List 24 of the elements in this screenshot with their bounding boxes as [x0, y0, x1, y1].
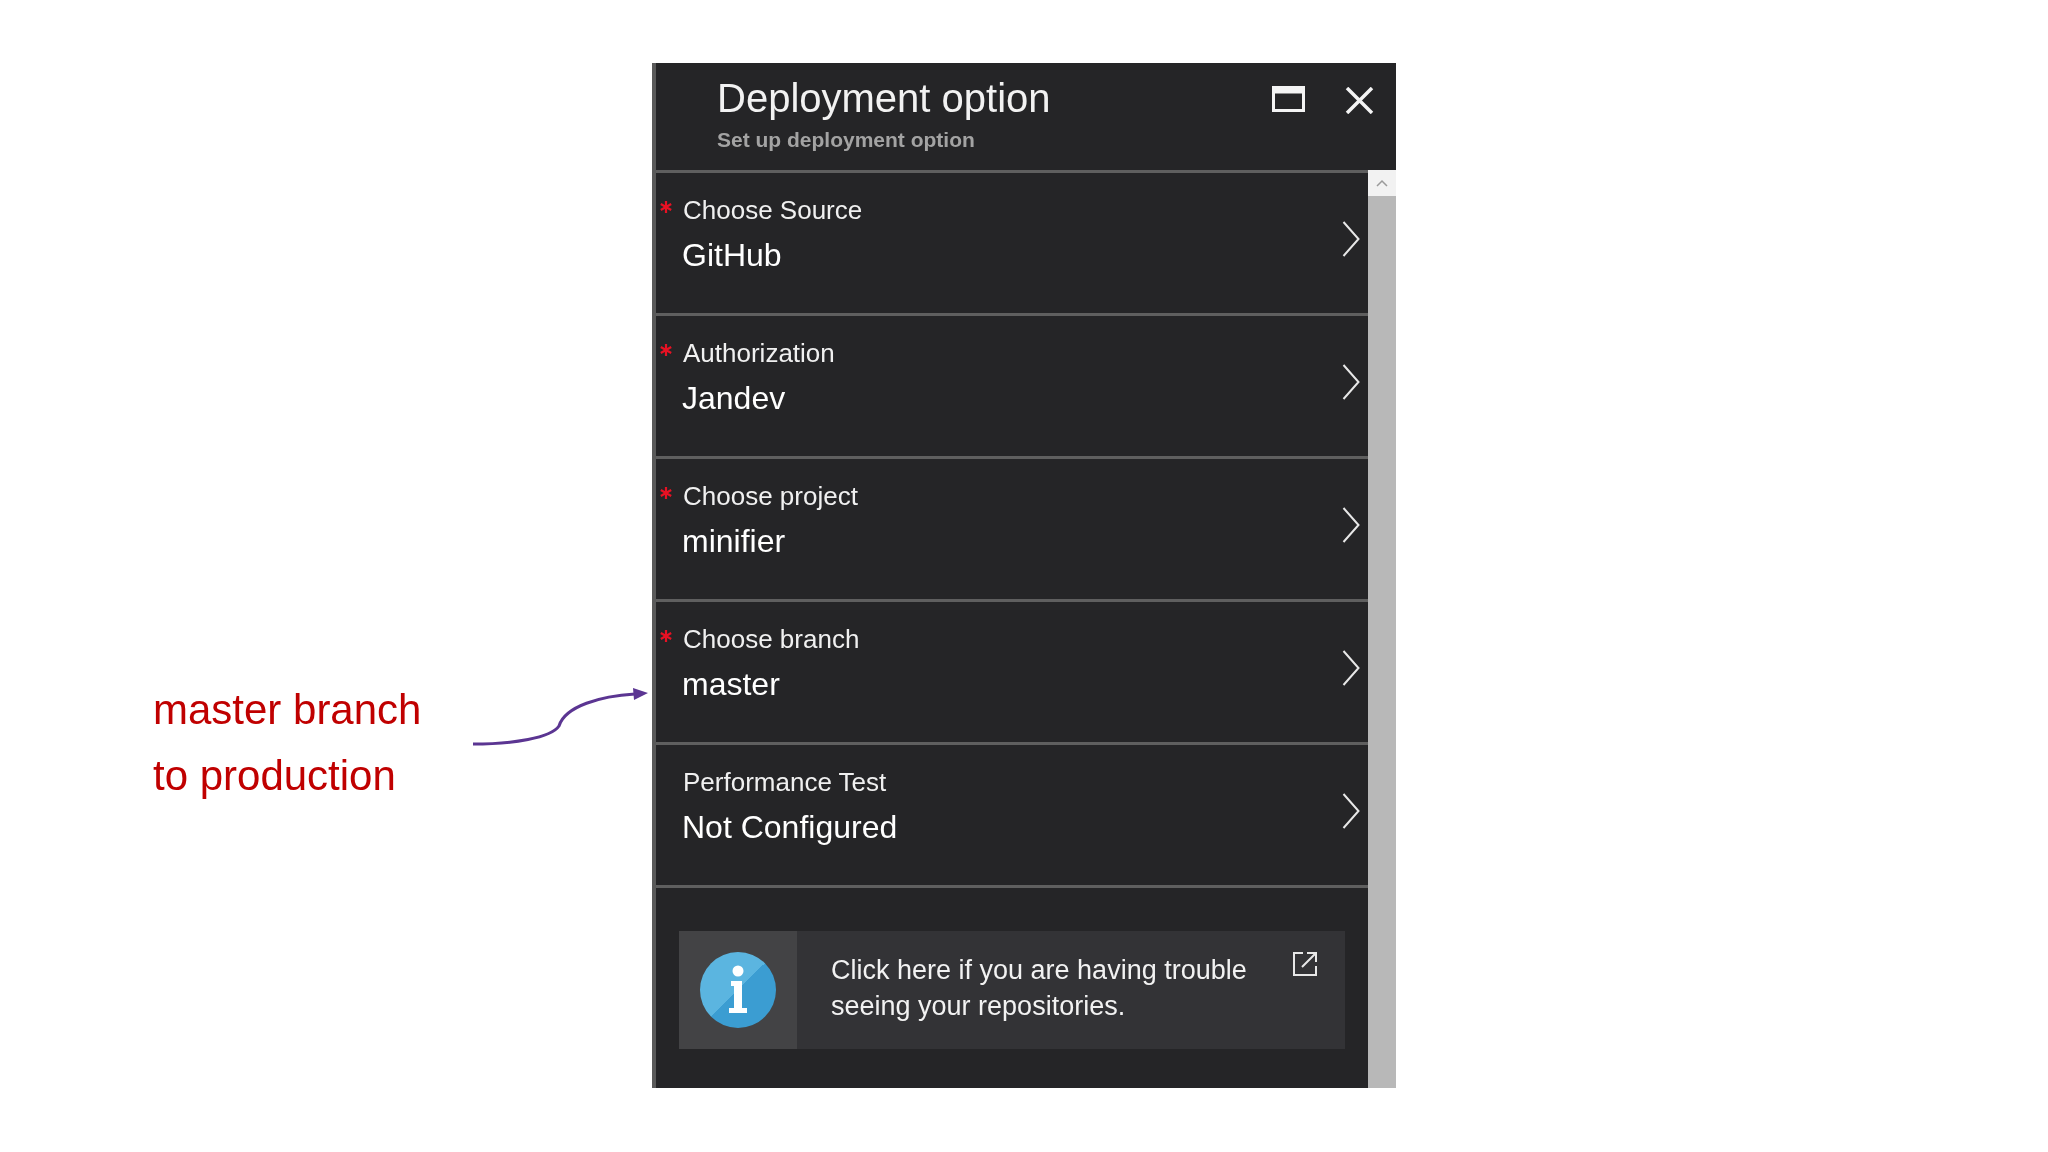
setting-value: Jandev	[682, 379, 786, 418]
setting-value: GitHub	[682, 236, 782, 275]
setting-label: Performance Test	[683, 766, 887, 798]
setting-label: Authorization	[683, 337, 835, 369]
chevron-right-icon	[1342, 506, 1360, 543]
chevron-right-icon	[1342, 363, 1360, 400]
setting-label: Choose project	[683, 480, 858, 512]
maximize-icon[interactable]	[1272, 86, 1305, 112]
setting-value: Not Configured	[682, 808, 898, 847]
setting-value: minifier	[682, 522, 786, 561]
setting-label: Choose Source	[683, 194, 863, 226]
panel-subtitle: Set up deployment option	[717, 127, 975, 153]
close-icon[interactable]	[1345, 87, 1374, 114]
help-link[interactable]: Click here if you are having trouble seeing your repositories.	[831, 952, 1282, 1024]
panel-title: Deployment option	[717, 75, 1051, 121]
annotation-text: master branch to production	[153, 685, 423, 801]
chevron-right-icon	[1342, 792, 1360, 829]
setting-label: Choose branch	[683, 623, 860, 655]
setting-value: master	[682, 665, 780, 704]
info-icon	[679, 931, 797, 1049]
external-link-icon[interactable]	[1292, 951, 1318, 977]
scrollbar[interactable]	[1368, 170, 1396, 1088]
chevron-right-icon	[1342, 649, 1360, 686]
chevron-right-icon	[1342, 220, 1360, 257]
